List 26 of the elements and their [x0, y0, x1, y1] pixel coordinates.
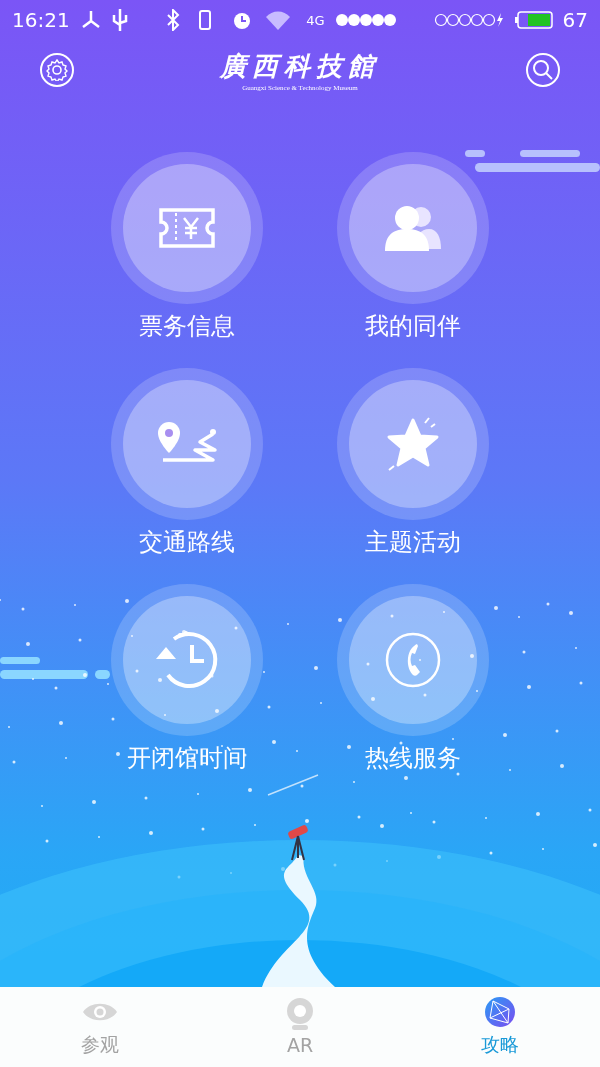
search-button[interactable] [526, 53, 560, 87]
ticket-icon [158, 207, 216, 249]
menu-label: 热线服务 [365, 744, 461, 772]
network-type: 4G [306, 12, 325, 28]
tab[interactable]: 攻略 [400, 987, 600, 1067]
menu-label: 开闭馆时间 [127, 744, 247, 772]
tab[interactable]: AR [200, 987, 400, 1067]
menu-label: 交通路线 [139, 528, 235, 556]
menu-label: 我的同伴 [365, 312, 461, 340]
battery-icon [514, 11, 553, 29]
battery-level: 67 [562, 8, 588, 32]
camera-icon [286, 998, 314, 1030]
phone-icon [383, 630, 443, 690]
menu-label: 票务信息 [139, 312, 235, 340]
search-icon [532, 59, 554, 81]
telescope-drawing [287, 824, 309, 861]
tab[interactable]: 参观 [0, 987, 200, 1067]
clock-icon [154, 629, 220, 691]
settings-icon [46, 59, 68, 81]
status-time: 16:21 [12, 8, 70, 32]
signal-icon [334, 13, 505, 27]
menu-label: 主题活动 [365, 528, 461, 556]
app-title: 廣西科技館 [220, 49, 380, 83]
globe-icon [484, 996, 516, 1028]
people-icon [385, 205, 441, 251]
settings-button[interactable] [40, 53, 74, 87]
